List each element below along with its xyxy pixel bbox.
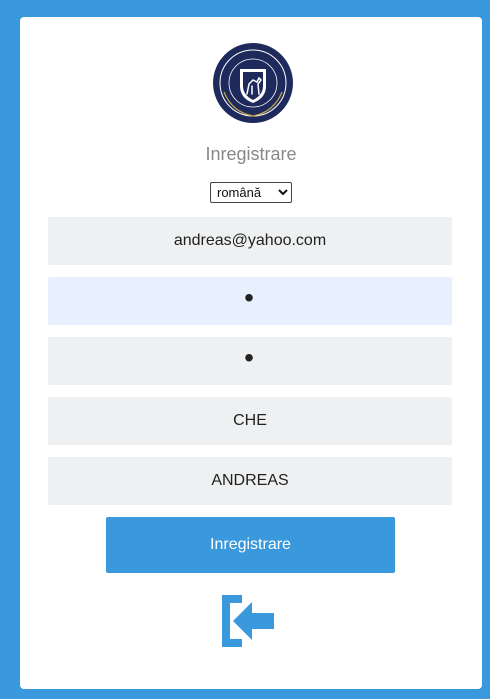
page-title: Inregistrare (205, 144, 297, 164)
last-name-field[interactable] (48, 397, 452, 445)
registration-card: Inregistrare română Inregistrare (20, 17, 482, 689)
register-button[interactable]: Inregistrare (106, 517, 395, 573)
confirm-password-field[interactable] (48, 337, 452, 385)
email-field[interactable] (48, 217, 452, 265)
password-field[interactable] (48, 277, 452, 325)
language-select[interactable]: română (210, 182, 292, 203)
first-name-field[interactable] (48, 457, 452, 505)
university-seal-logo (213, 43, 293, 123)
login-arrow-icon[interactable] (218, 591, 278, 651)
